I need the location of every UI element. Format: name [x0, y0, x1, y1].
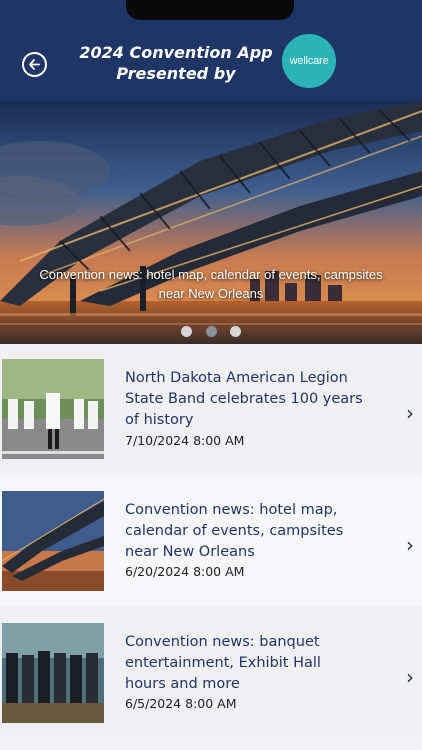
app-title: 2024 Convention App Presented by [70, 42, 282, 84]
news-date: 7/10/2024 8:00 AM [125, 433, 245, 448]
band-parade-image [2, 359, 104, 459]
wellcare-logo-text: wellcare [289, 55, 329, 67]
news-title: Convention news: banquet entertainment, … [125, 634, 321, 692]
carousel-dot[interactable] [229, 326, 241, 337]
chevron-right-icon[interactable]: › [406, 533, 414, 557]
back-arrow-icon [29, 59, 40, 70]
news-title: Convention news: hotel map, calendar of … [125, 502, 344, 560]
app-header: 2024 Convention App Presented by wellcar… [0, 0, 422, 101]
chevron-right-icon[interactable]: › [406, 665, 414, 689]
app-title-line2: Presented by [116, 64, 236, 83]
news-date: 6/5/2024 8:00 AM [125, 696, 237, 711]
news-item[interactable]: Convention news: banquet entertainment, … [0, 608, 422, 738]
device-notch [126, 0, 294, 20]
news-list: North Dakota American Legion State Band … [0, 344, 422, 740]
hero-caption-line1: Convention news: hotel map, calendar of … [39, 267, 383, 282]
news-thumbnail [2, 359, 104, 459]
news-title: North Dakota American Legion State Band … [125, 370, 363, 428]
hero-caption[interactable]: Convention news: hotel map, calendar of … [0, 265, 422, 303]
news-date: 6/20/2024 8:00 AM [125, 564, 245, 579]
carousel-indicators [0, 321, 422, 340]
app-title-line1: 2024 Convention App [79, 43, 273, 62]
news-thumbnail [2, 623, 104, 723]
wellcare-logo: wellcare [282, 34, 336, 88]
back-button[interactable] [22, 52, 47, 77]
news-item[interactable]: Convention news: hotel map, calendar of … [0, 476, 422, 606]
news-thumbnail [2, 491, 104, 591]
chevron-right-icon[interactable]: › [406, 401, 414, 425]
hero-caption-line2: near New Orleans [158, 286, 264, 301]
bridge-thumbnail-image [2, 491, 104, 591]
carousel-dot[interactable] [181, 326, 193, 337]
hero-bridge-image [0, 101, 422, 344]
hero-carousel[interactable]: Convention news: hotel map, calendar of … [0, 101, 422, 344]
news-item[interactable]: North Dakota American Legion State Band … [0, 344, 422, 474]
band-performers-image [2, 623, 104, 723]
carousel-dot-active[interactable] [205, 326, 217, 337]
